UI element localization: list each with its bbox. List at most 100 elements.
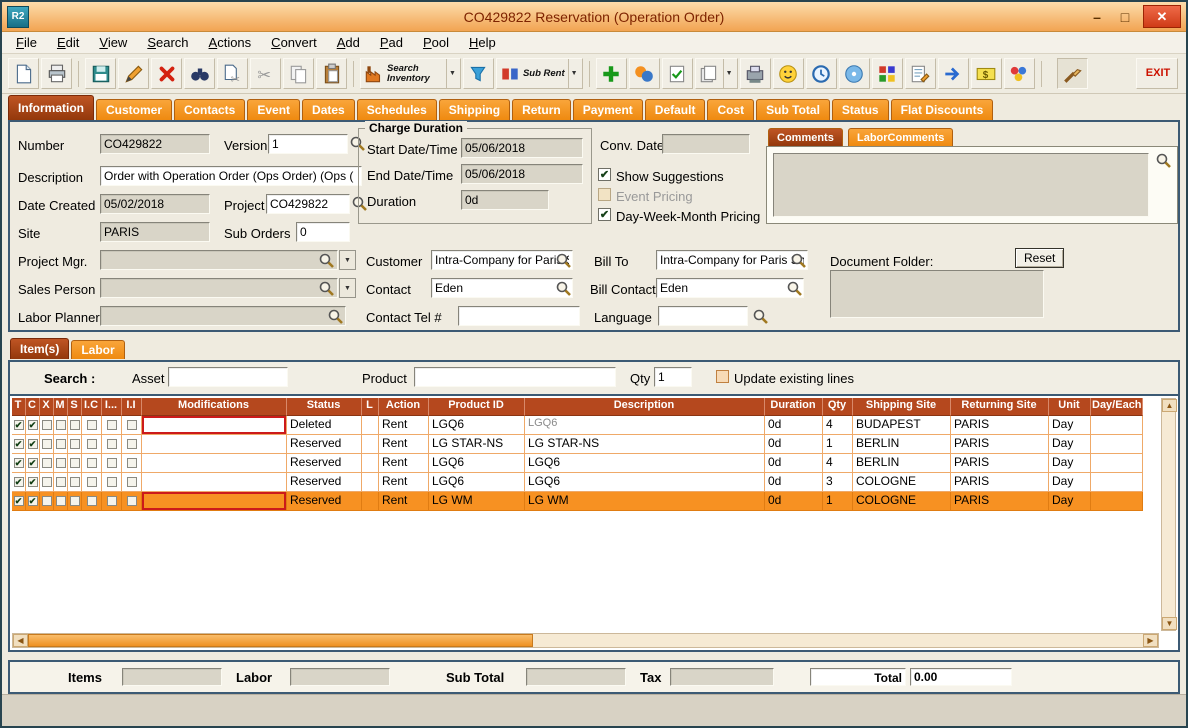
reset-button[interactable]: Reset: [1015, 248, 1064, 268]
menu-add[interactable]: Add: [337, 35, 360, 50]
row-checkbox-cell[interactable]: ✔: [12, 435, 26, 454]
update-existing-lines-checkbox[interactable]: [716, 370, 729, 383]
row-checkbox-cell[interactable]: [40, 416, 54, 435]
row-checkbox[interactable]: [87, 420, 97, 430]
row-checkbox[interactable]: [87, 458, 97, 468]
menu-search[interactable]: Search: [147, 35, 188, 50]
cell-duration[interactable]: 0d: [765, 454, 823, 473]
row-checkbox-cell[interactable]: ✔: [26, 454, 40, 473]
bill-contact-search-icon[interactable]: [786, 280, 803, 297]
language-field[interactable]: [658, 306, 748, 326]
cell-description[interactable]: LGQ6: [525, 473, 765, 492]
cell-modifications[interactable]: [142, 435, 287, 454]
row-checkbox[interactable]: [56, 439, 66, 449]
cell-modifications[interactable]: [142, 454, 287, 473]
row-checkbox-cell[interactable]: [122, 473, 142, 492]
contact-field[interactable]: [431, 278, 573, 298]
sub-orders-field[interactable]: [296, 222, 350, 242]
row-checkbox-cell[interactable]: [82, 473, 102, 492]
row-checkbox-cell[interactable]: [102, 435, 122, 454]
cell-unit[interactable]: Day: [1049, 454, 1091, 473]
cell-product-id[interactable]: LG WM: [429, 492, 525, 511]
column-header-m[interactable]: M: [54, 398, 68, 416]
language-search-icon[interactable]: [752, 308, 769, 325]
time-button[interactable]: [806, 58, 837, 89]
cell-status[interactable]: Reserved: [287, 492, 362, 511]
row-checkbox[interactable]: [127, 458, 137, 468]
row-checkbox[interactable]: [70, 477, 80, 487]
scroll-right-icon[interactable]: [1143, 634, 1158, 647]
duration-field[interactable]: [461, 190, 549, 210]
row-checkbox[interactable]: ✔: [14, 477, 24, 487]
row-checkbox[interactable]: [42, 420, 52, 430]
cell-status[interactable]: Reserved: [287, 435, 362, 454]
row-checkbox-cell[interactable]: [68, 473, 82, 492]
row-checkbox[interactable]: ✔: [14, 439, 24, 449]
column-header-action[interactable]: Action: [379, 398, 429, 416]
tab-schedules[interactable]: Schedules: [357, 99, 437, 120]
highlight-button[interactable]: [1057, 58, 1088, 89]
documents-button[interactable]: ▼: [695, 58, 738, 89]
site-field[interactable]: [100, 222, 210, 242]
row-checkbox[interactable]: [70, 496, 80, 506]
cell-description[interactable]: LG STAR-NS: [525, 435, 765, 454]
row-checkbox[interactable]: [127, 477, 137, 487]
pool-button[interactable]: [1004, 58, 1035, 89]
row-checkbox[interactable]: ✔: [28, 439, 38, 449]
cell-status[interactable]: Reserved: [287, 454, 362, 473]
row-checkbox[interactable]: [56, 458, 66, 468]
fax-button[interactable]: [740, 58, 771, 89]
copy-button[interactable]: [283, 58, 314, 89]
row-checkbox-cell[interactable]: [102, 492, 122, 511]
project-mgr-dropdown[interactable]: [339, 250, 356, 270]
filter-button[interactable]: [463, 58, 494, 89]
cell-modifications[interactable]: [142, 492, 287, 511]
cell-l[interactable]: [362, 454, 379, 473]
row-checkbox-cell[interactable]: ✔: [12, 416, 26, 435]
cell-action[interactable]: Rent: [379, 473, 429, 492]
cell-unit[interactable]: Day: [1049, 473, 1091, 492]
table-row[interactable]: ✔✔ReservedRentLG STAR-NSLG STAR-NS0d1BER…: [12, 435, 1164, 454]
menu-actions[interactable]: Actions: [209, 35, 252, 50]
row-checkbox-cell[interactable]: [122, 492, 142, 511]
horizontal-scrollbar[interactable]: [12, 633, 1159, 648]
row-checkbox-cell[interactable]: [40, 492, 54, 511]
row-checkbox-cell[interactable]: ✔: [12, 492, 26, 511]
row-checkbox-cell[interactable]: [122, 454, 142, 473]
sub-rent-button[interactable]: Sub Rent▼: [496, 58, 583, 89]
row-checkbox-cell[interactable]: ✔: [26, 416, 40, 435]
cell-day-each[interactable]: [1091, 473, 1143, 492]
row-checkbox-cell[interactable]: ✔: [26, 473, 40, 492]
cell-duration[interactable]: 0d: [765, 435, 823, 454]
row-checkbox-cell[interactable]: [68, 492, 82, 511]
menu-pool[interactable]: Pool: [423, 35, 449, 50]
column-header-modifications[interactable]: Modifications: [142, 398, 287, 416]
tab-shipping[interactable]: Shipping: [439, 99, 510, 120]
cell-shipping-site[interactable]: BERLIN: [853, 435, 951, 454]
transfer-button[interactable]: [938, 58, 969, 89]
column-header-unit[interactable]: Unit: [1049, 398, 1091, 416]
row-checkbox-cell[interactable]: [40, 473, 54, 492]
items-total-field[interactable]: [122, 668, 222, 686]
cell-qty[interactable]: 1: [823, 492, 853, 511]
cell-modifications[interactable]: [142, 473, 287, 492]
add-line-button[interactable]: [596, 58, 627, 89]
row-checkbox-cell[interactable]: [82, 454, 102, 473]
tab-flat-discounts[interactable]: Flat Discounts: [891, 99, 994, 120]
contact-search-icon[interactable]: [555, 280, 572, 297]
row-checkbox-cell[interactable]: [54, 435, 68, 454]
cell-action[interactable]: Rent: [379, 492, 429, 511]
project-mgr-field[interactable]: [100, 250, 338, 270]
cell-day-each[interactable]: [1091, 454, 1143, 473]
cell-description[interactable]: LGQ6: [525, 416, 765, 435]
show-suggestions-checkbox[interactable]: [598, 168, 611, 181]
tab-event[interactable]: Event: [247, 99, 300, 120]
inventory-cubes-button[interactable]: [872, 58, 903, 89]
row-checkbox[interactable]: [56, 477, 66, 487]
description-field[interactable]: [100, 166, 362, 186]
menu-edit[interactable]: Edit: [57, 35, 79, 50]
tab-status[interactable]: Status: [832, 99, 889, 120]
end-date-field[interactable]: [461, 164, 583, 184]
tab-information[interactable]: Information: [8, 95, 94, 120]
exit-button[interactable]: EXIT: [1136, 58, 1178, 89]
